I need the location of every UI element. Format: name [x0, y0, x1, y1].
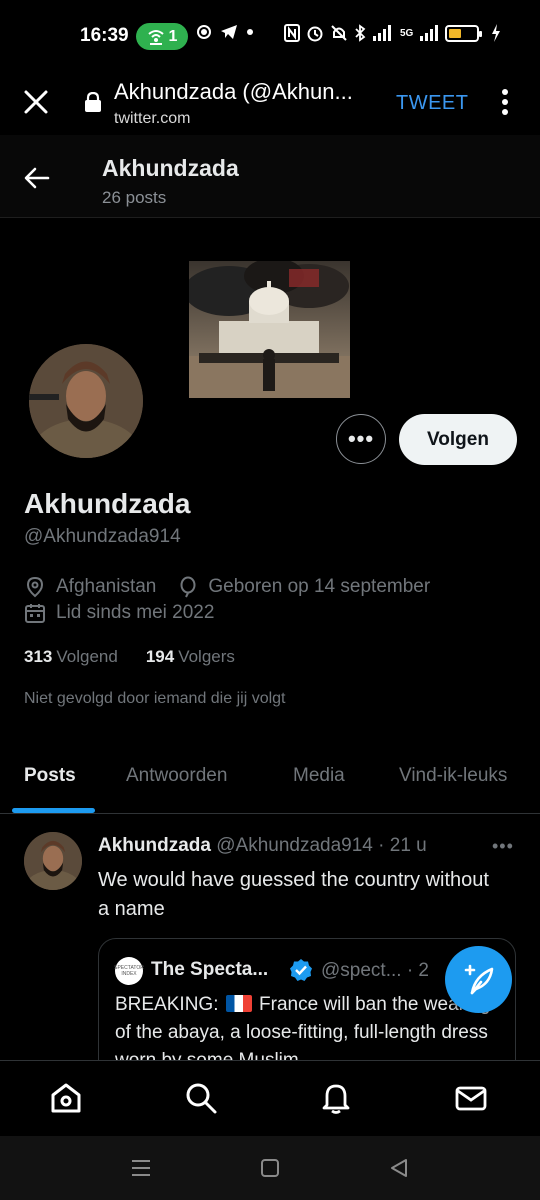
profile-location: Afghanistan [56, 576, 157, 597]
back-arrow-icon[interactable] [24, 167, 50, 189]
recent-apps-icon[interactable] [131, 1158, 151, 1178]
battery-icon [445, 24, 483, 42]
follow-button[interactable]: Volgen [399, 414, 517, 465]
not-followed-notice: Niet gevolgd door iemand die jij volgt [24, 690, 286, 707]
compose-feather-icon [464, 964, 493, 994]
tweet-avatar[interactable] [24, 832, 82, 890]
system-navigation-bar [0, 1136, 540, 1200]
follow-counts: 313 Volgend 194 Volgers [24, 647, 235, 667]
quote-author-name: The Specta... [151, 959, 269, 980]
home-icon[interactable] [49, 1081, 83, 1115]
nfc-icon [284, 24, 300, 42]
verified-badge-icon [290, 959, 312, 981]
quote-avatar: SPECTATOR INDEX [114, 957, 144, 985]
quote-handle: @spect... · 2 [321, 960, 429, 981]
custom-tab-bar: Akhundzada (@Akhun... twitter.com TWEET [0, 70, 540, 135]
hotspot-count: 1 [168, 27, 178, 45]
signal-strength-2-icon [420, 25, 439, 41]
tab-media[interactable]: Media [293, 765, 345, 787]
more-options-button[interactable]: ••• [336, 414, 386, 464]
tab-posts[interactable]: Posts [24, 765, 76, 787]
home-button-icon[interactable] [260, 1158, 280, 1178]
lock-icon [85, 92, 101, 112]
profile-tabs: Posts Antwoorden Media Vind-ik-leuks [0, 752, 540, 814]
telegram-icon [221, 25, 237, 39]
profile-avatar[interactable] [26, 341, 146, 461]
profile-joined-row: Lid sinds mei 2022 [24, 602, 214, 624]
tweet-text: We would have guessed the country withou… [98, 869, 489, 920]
tweet-author-name[interactable]: Akhundzada [98, 835, 211, 856]
quote-text-prefix: BREAKING: [115, 994, 224, 1015]
notification-icons [196, 24, 254, 40]
search-icon[interactable] [184, 1081, 218, 1115]
tweet-more-button[interactable]: ••• [492, 836, 514, 857]
profile-name: Akhundzada [24, 488, 191, 519]
overflow-menu-icon[interactable] [500, 88, 510, 116]
signal-app-icon [197, 25, 211, 39]
charging-icon [492, 24, 501, 42]
network-type: 5G [400, 27, 414, 39]
mute-icon [331, 25, 347, 41]
tweet-action-button[interactable]: TWEET [396, 92, 469, 115]
capitol-smoke-illustration [189, 261, 350, 398]
wifi-hotspot-icon [147, 29, 164, 45]
tweet-avatar-illustration [24, 832, 82, 890]
calendar-icon [25, 604, 45, 623]
location-pin-icon [26, 576, 44, 598]
status-bar: 16:39 1 5G [0, 0, 540, 70]
active-tab-indicator [12, 808, 95, 813]
following-count: 313 [24, 647, 53, 666]
header-name: Akhundzada [102, 155, 239, 181]
followers-count: 194 [145, 647, 175, 666]
france-flag-icon [225, 995, 252, 1012]
avatar-illustration [29, 344, 143, 458]
bottom-navigation [0, 1060, 540, 1136]
alarm-icon [307, 26, 323, 42]
dot-icon [247, 29, 253, 35]
hotspot-badge: 1 [136, 23, 188, 50]
tab-replies[interactable]: Antwoorden [126, 765, 227, 787]
page-url: twitter.com [114, 110, 191, 127]
profile-banner-image[interactable] [189, 261, 350, 398]
page-title: Akhundzada (@Akhun... [114, 79, 353, 104]
system-icons: 5G [284, 24, 501, 42]
tweet-handle-time: @Akhundzada914 · 21 u [216, 835, 427, 856]
profile-joined: Lid sinds mei 2022 [56, 602, 215, 623]
balloon-icon [180, 576, 196, 598]
profile-handle: @Akhundzada914 [24, 526, 181, 547]
status-time: 16:39 [80, 25, 129, 46]
profile-meta-row: Afghanistan Geboren op 14 september [24, 576, 430, 598]
close-icon[interactable] [22, 88, 50, 116]
bluetooth-icon [355, 24, 366, 42]
compose-post-button[interactable] [445, 946, 512, 1013]
back-button-icon[interactable] [389, 1158, 409, 1178]
profile-header-bar: Akhundzada 26 posts [0, 135, 540, 218]
messages-envelope-icon[interactable] [454, 1081, 488, 1115]
signal-strength-icon [373, 25, 391, 41]
tweet-header: Akhundzada @Akhundzada914 · 21 u [98, 835, 427, 857]
header-post-count: 26 posts [102, 188, 167, 207]
following-label: Volgend [56, 647, 118, 666]
followers-label: Volgers [178, 647, 235, 666]
profile-birthday: Geboren op 14 september [208, 576, 431, 597]
followers-link[interactable]: 194 Volgers [146, 647, 235, 667]
following-link[interactable]: 313 Volgend [24, 647, 118, 667]
tab-likes[interactable]: Vind-ik-leuks [399, 765, 507, 787]
notifications-bell-icon[interactable] [319, 1081, 353, 1115]
